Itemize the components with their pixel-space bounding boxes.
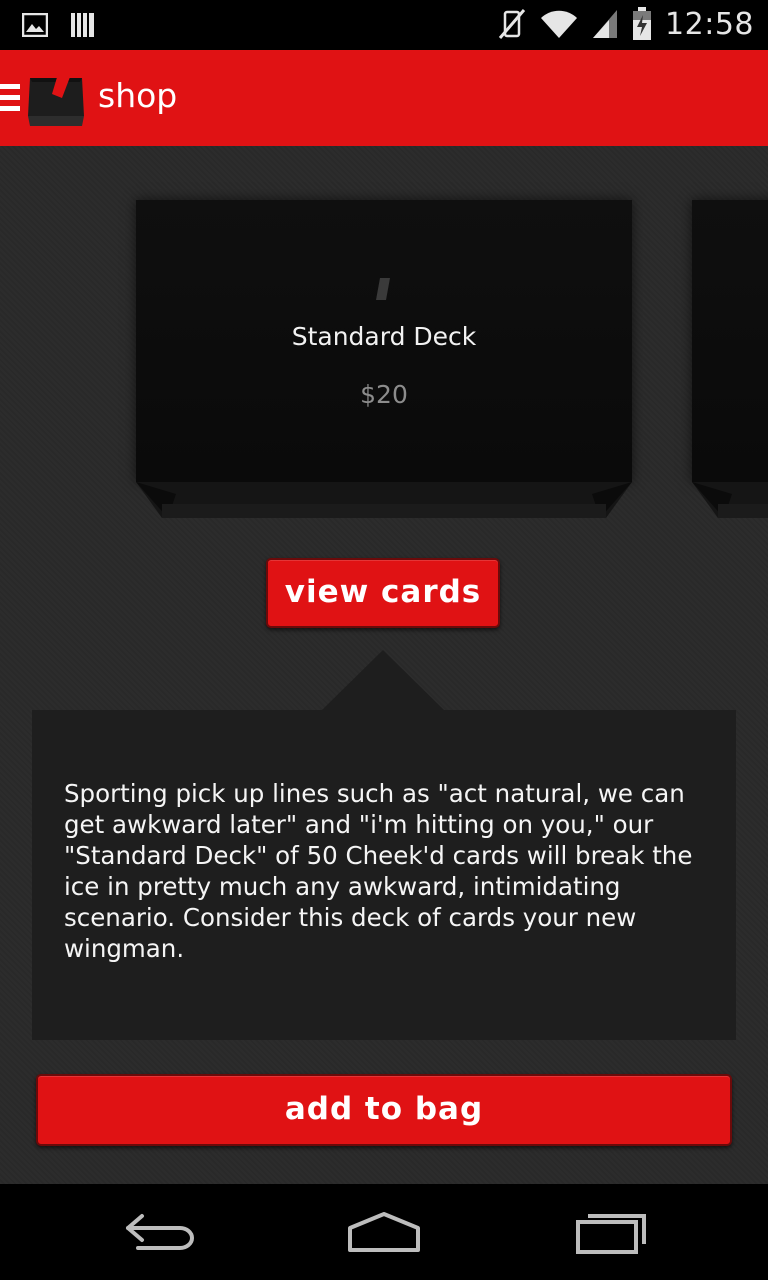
deck-description: Sporting pick up lines such as "act natu… — [64, 779, 693, 963]
deck-card-base — [692, 482, 768, 518]
deck-card-base — [136, 482, 632, 518]
shop-content: Standard Deck $20 view cards Sporting pi… — [0, 146, 768, 1184]
description-pointer — [322, 650, 444, 710]
add-to-bag-button[interactable]: add to bag — [36, 1074, 732, 1146]
navigation-bar — [0, 1184, 768, 1280]
menu-icon[interactable] — [0, 84, 20, 114]
view-cards-button[interactable]: view cards — [266, 558, 500, 628]
status-bar: 12:58 — [0, 0, 768, 50]
deck-card-face — [692, 200, 768, 482]
signal-icon — [593, 10, 618, 38]
deck-logo-icon[interactable] — [24, 70, 88, 130]
deck-card-current[interactable]: Standard Deck $20 — [136, 200, 632, 520]
description-panel: Sporting pick up lines such as "act natu… — [32, 710, 736, 1040]
image-notification-icon — [22, 13, 48, 37]
recent-apps-icon[interactable] — [572, 1208, 652, 1256]
deck-mark-icon — [376, 278, 390, 300]
deck-card-face: Standard Deck $20 — [136, 200, 632, 482]
app-bar: shop — [0, 50, 768, 146]
deck-name: Standard Deck — [291, 322, 477, 351]
deck-carousel[interactable]: Standard Deck $20 — [0, 146, 768, 536]
battery-icon — [633, 7, 652, 40]
back-icon[interactable] — [120, 1208, 200, 1256]
vibrate-off-icon — [498, 9, 526, 39]
home-icon[interactable] — [344, 1208, 424, 1256]
barcode-notification-icon — [71, 13, 94, 37]
page-title: shop — [98, 76, 178, 115]
status-clock: 12:58 — [665, 6, 754, 42]
wifi-icon — [541, 10, 578, 38]
deck-price: $20 — [360, 380, 408, 409]
deck-card-next[interactable] — [692, 200, 768, 520]
